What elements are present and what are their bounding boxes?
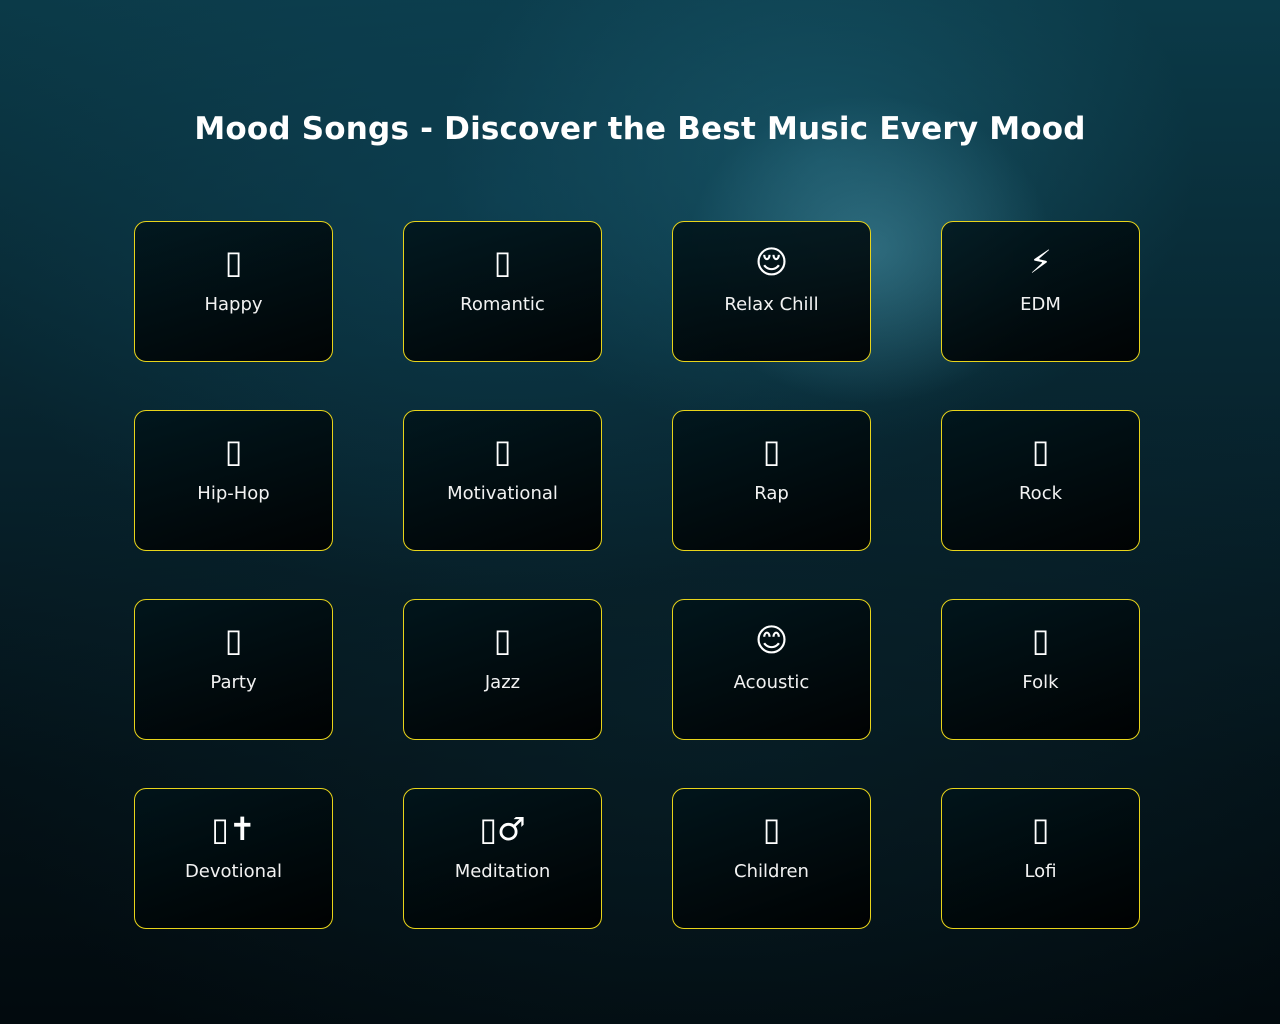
mood-card-jazz[interactable]: ▯ Jazz — [403, 599, 602, 740]
page-title: Mood Songs - Discover the Best Music Eve… — [194, 110, 1086, 147]
mood-card-party[interactable]: ▯ Party — [134, 599, 333, 740]
missing-glyph-icon: ▯ — [493, 621, 512, 659]
mood-card-rap[interactable]: ▯ Rap — [672, 410, 871, 551]
missing-glyph-icon: ▯ — [224, 432, 243, 470]
mood-label: Children — [734, 861, 809, 882]
mood-label: Meditation — [454, 861, 551, 882]
mood-label: Devotional — [184, 861, 283, 882]
missing-glyph-icon: ▯ — [762, 432, 781, 470]
mood-label: Relax Chill — [724, 294, 819, 315]
mood-card-lofi[interactable]: ▯ Lofi — [941, 788, 1140, 929]
mood-card-relax-chill[interactable]: 😌 Relax Chill — [672, 221, 871, 362]
lightning-icon: ⚡ — [1029, 243, 1052, 281]
mood-label: Motivational — [447, 483, 558, 504]
mood-card-children[interactable]: ▯ Children — [672, 788, 871, 929]
mood-card-acoustic[interactable]: 😊 Acoustic — [672, 599, 871, 740]
missing-glyph-icon: ▯ — [493, 432, 512, 470]
mood-label: Party — [210, 672, 257, 693]
mood-label: Jazz — [484, 672, 521, 693]
cross-icon: ▯✝ — [211, 810, 256, 848]
missing-glyph-icon: ▯ — [1031, 621, 1050, 659]
missing-glyph-icon: ▯ — [762, 810, 781, 848]
mood-card-happy[interactable]: ▯ Happy — [134, 221, 333, 362]
mood-card-devotional[interactable]: ▯✝ Devotional — [134, 788, 333, 929]
mood-label: Lofi — [1024, 861, 1057, 882]
mood-grid: ▯ Happy ▯ Romantic 😌 Relax Chill ⚡ EDM ▯… — [134, 221, 1140, 929]
mood-card-edm[interactable]: ⚡ EDM — [941, 221, 1140, 362]
mood-label: Romantic — [460, 294, 545, 315]
missing-glyph-icon: ▯ — [1031, 810, 1050, 848]
mood-card-hip-hop[interactable]: ▯ Hip-Hop — [134, 410, 333, 551]
mood-label: EDM — [1020, 294, 1061, 315]
mood-card-romantic[interactable]: ▯ Romantic — [403, 221, 602, 362]
mood-label: Acoustic — [733, 672, 810, 693]
mood-card-meditation[interactable]: ▯♂ Meditation — [403, 788, 602, 929]
mood-card-folk[interactable]: ▯ Folk — [941, 599, 1140, 740]
relieved-face-icon: 😌 — [754, 243, 789, 281]
missing-glyph-icon: ▯ — [224, 621, 243, 659]
smiling-face-icon: 😊 — [754, 621, 789, 659]
mood-label: Hip-Hop — [197, 483, 270, 504]
missing-glyph-icon: ▯ — [224, 243, 243, 281]
mood-card-rock[interactable]: ▯ Rock — [941, 410, 1140, 551]
male-sign-icon: ▯♂ — [479, 810, 526, 848]
missing-glyph-icon: ▯ — [493, 243, 512, 281]
mood-label: Rock — [1018, 483, 1063, 504]
mood-card-motivational[interactable]: ▯ Motivational — [403, 410, 602, 551]
missing-glyph-icon: ▯ — [1031, 432, 1050, 470]
mood-label: Folk — [1022, 672, 1059, 693]
mood-label: Rap — [754, 483, 789, 504]
mood-label: Happy — [204, 294, 263, 315]
